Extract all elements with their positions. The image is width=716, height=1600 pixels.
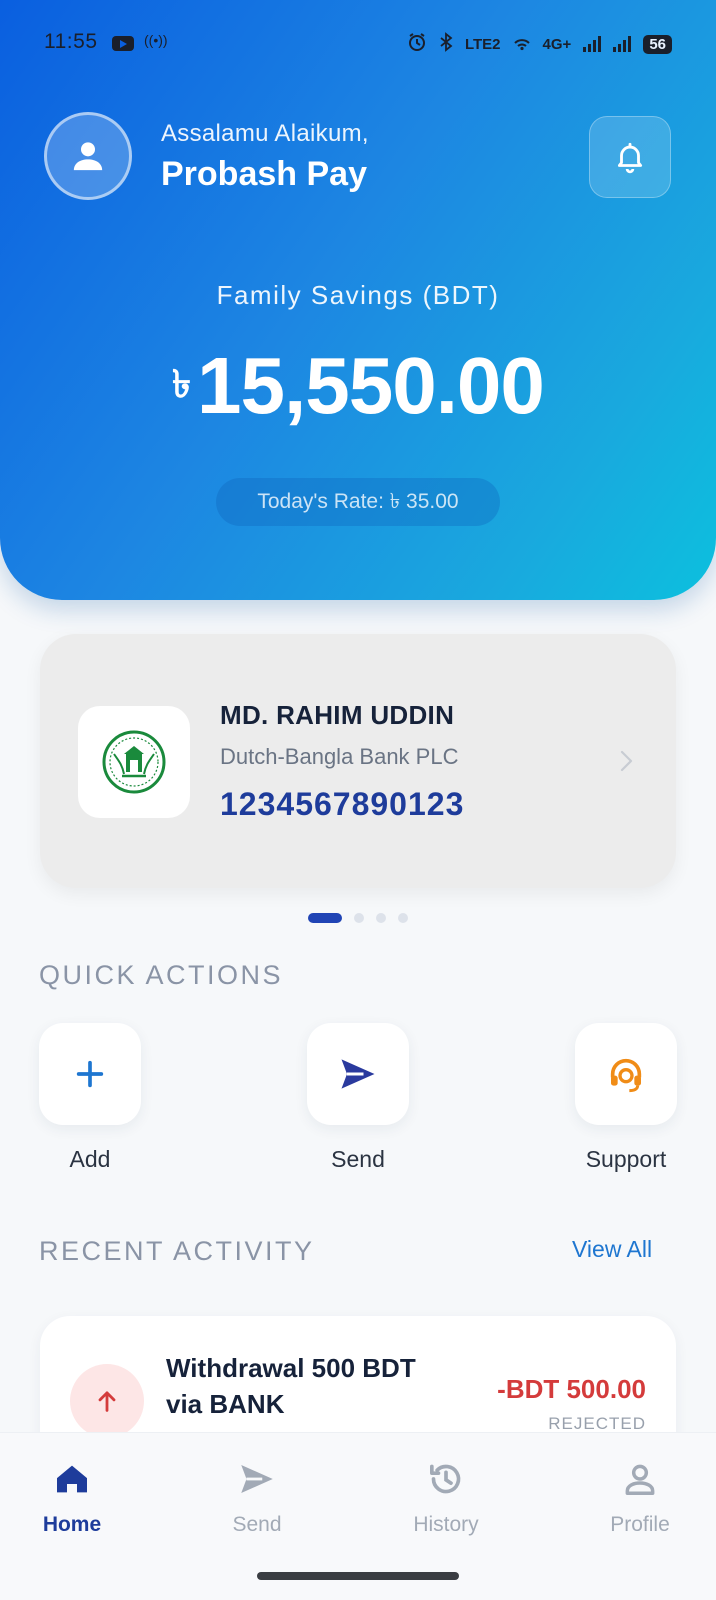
arrow-up-icon bbox=[98, 1391, 116, 1412]
pager-dot-active[interactable] bbox=[308, 913, 342, 923]
activity-amount: -BDT 500.00 bbox=[497, 1374, 646, 1404]
pager-dot[interactable] bbox=[398, 913, 408, 923]
status-time: 11:55 bbox=[44, 30, 98, 53]
add-money-button[interactable] bbox=[39, 1023, 141, 1125]
support-label: Support bbox=[585, 1146, 667, 1172]
recent-activity-title: RECENT ACTIVITY bbox=[39, 1236, 315, 1266]
nav-history[interactable]: History bbox=[386, 1457, 506, 1537]
network-type: 4G+ bbox=[542, 35, 572, 53]
profile-icon bbox=[625, 1464, 655, 1495]
account-holder-name: MD. RAHIM UDDIN bbox=[220, 700, 455, 730]
history-icon bbox=[430, 1464, 461, 1494]
bank-name: Dutch-Bangla Bank PLC bbox=[220, 744, 459, 769]
bluetooth-icon bbox=[439, 32, 453, 56]
bell-icon bbox=[617, 142, 643, 174]
nav-profile-label: Profile bbox=[610, 1513, 670, 1536]
exchange-rate-pill: Today's Rate: ৳ 35.00 bbox=[216, 478, 500, 526]
headset-icon bbox=[610, 1058, 642, 1093]
balance-display: ৳15,550.00 bbox=[0, 340, 716, 432]
hotspot-icon: ((•)) bbox=[144, 32, 168, 48]
view-all-link[interactable]: View All bbox=[572, 1236, 652, 1263]
wifi-icon bbox=[513, 33, 531, 55]
nav-profile[interactable]: Profile bbox=[580, 1457, 700, 1537]
nav-send[interactable]: Send bbox=[197, 1457, 317, 1537]
carousel-pager bbox=[308, 913, 408, 923]
activity-title: Withdrawal 500 BDT via BANK bbox=[166, 1353, 416, 1419]
pager-dot[interactable] bbox=[376, 913, 386, 923]
bank-account-card[interactable]: MD. RAHIM UDDIN Dutch-Bangla Bank PLC 12… bbox=[40, 634, 676, 888]
balance-amount: 15,550.00 bbox=[197, 341, 545, 430]
send-money-button[interactable] bbox=[307, 1023, 409, 1125]
home-indicator[interactable] bbox=[257, 1572, 459, 1580]
add-label: Add bbox=[69, 1146, 111, 1172]
currency-symbol: ৳ bbox=[172, 364, 192, 406]
send-icon bbox=[241, 1465, 273, 1493]
nav-home[interactable]: Home bbox=[12, 1457, 132, 1537]
nav-home-label: Home bbox=[42, 1513, 102, 1536]
greeting-text: Assalamu Alaikum, bbox=[161, 120, 369, 147]
notifications-button[interactable] bbox=[589, 116, 671, 198]
send-label: Send bbox=[331, 1146, 385, 1172]
bank-emblem-icon bbox=[100, 728, 168, 796]
bank-logo bbox=[78, 706, 190, 818]
paper-plane-icon bbox=[341, 1059, 375, 1089]
balance-label: Family Savings (BDT) bbox=[216, 280, 500, 310]
home-icon bbox=[57, 1465, 87, 1493]
plus-icon bbox=[76, 1060, 104, 1088]
status-indicators: LTE2 4G+ 56 bbox=[407, 32, 672, 56]
volte-icon: LTE2 bbox=[464, 35, 501, 53]
signal-icon bbox=[583, 36, 602, 52]
alarm-icon bbox=[407, 32, 427, 56]
quick-actions-title: QUICK ACTIONS bbox=[39, 960, 284, 990]
pager-dot[interactable] bbox=[354, 913, 364, 923]
battery-icon: 56 bbox=[643, 34, 672, 54]
header-banner: 11:55 ((•)) LTE2 4G+ 56 Assalamu Alaikum… bbox=[0, 0, 716, 600]
nav-history-label: History bbox=[413, 1513, 479, 1536]
activity-status: REJECTED bbox=[548, 1414, 646, 1433]
account-number: 1234567890123 bbox=[220, 786, 465, 822]
status-bar: 11:55 ((•)) LTE2 4G+ 56 bbox=[0, 30, 716, 60]
user-icon bbox=[73, 142, 103, 171]
support-button[interactable] bbox=[575, 1023, 677, 1125]
avatar[interactable] bbox=[44, 112, 132, 200]
signal-icon-2 bbox=[613, 36, 632, 52]
chevron-right-icon bbox=[620, 750, 633, 772]
youtube-icon bbox=[112, 36, 134, 51]
withdrawal-icon bbox=[70, 1364, 144, 1438]
user-name: Probash Pay bbox=[161, 155, 367, 193]
nav-send-label: Send bbox=[232, 1513, 282, 1536]
